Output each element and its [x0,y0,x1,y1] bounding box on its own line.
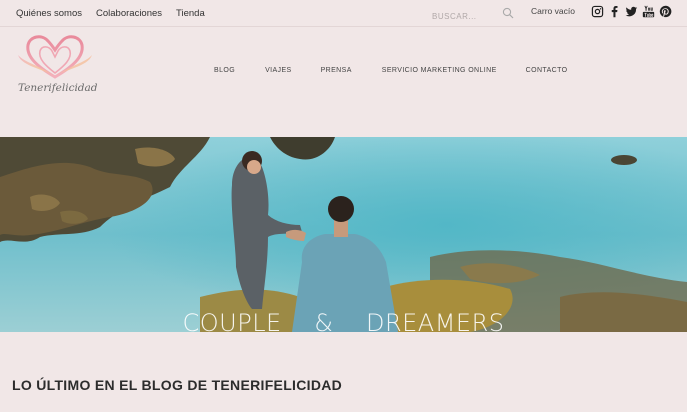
hero-image [0,137,687,332]
cart-link[interactable]: Carro vacío [531,6,575,16]
hero-banner[interactable]: COUPLE & DREAMERS [0,137,687,332]
main-nav: BLOG VIAJES PRENSA SERVICIO MARKETING ON… [214,67,568,74]
site-logo[interactable]: Tenerifelicidad [16,33,98,99]
top-link-colaboraciones[interactable]: Colaboraciones [96,8,162,19]
nav-item-viajes[interactable]: VIAJES [265,67,292,74]
header-divider [0,26,687,27]
nav-item-servicio-marketing-online[interactable]: SERVICIO MARKETING ONLINE [382,67,497,74]
section-title: LO ÚLTIMO EN EL BLOG DE TENERIFELICIDAD [12,377,343,393]
top-links: Quiénes somos Colaboraciones Tienda [16,8,205,19]
nav-item-contacto[interactable]: CONTACTO [526,67,568,74]
social-links [590,4,672,18]
search-box [432,6,514,24]
top-link-tienda[interactable]: Tienda [176,8,205,19]
hero-title: COUPLE & DREAMERS [182,309,505,332]
search-input[interactable] [432,9,500,24]
nav-item-prensa[interactable]: PRENSA [321,67,352,74]
search-icon[interactable] [502,6,514,19]
top-bar: Quiénes somos Colaboraciones Tienda Carr… [0,0,687,26]
heart-logo-icon [18,35,92,79]
facebook-icon[interactable] [607,4,621,18]
nav-item-blog[interactable]: BLOG [214,67,235,74]
instagram-icon[interactable] [590,4,604,18]
twitter-icon[interactable] [624,4,638,18]
logo-text: Tenerifelicidad [18,82,98,94]
pinterest-icon[interactable] [658,4,672,18]
youtube-icon[interactable] [641,4,655,18]
top-link-quienes-somos[interactable]: Quiénes somos [16,8,82,19]
